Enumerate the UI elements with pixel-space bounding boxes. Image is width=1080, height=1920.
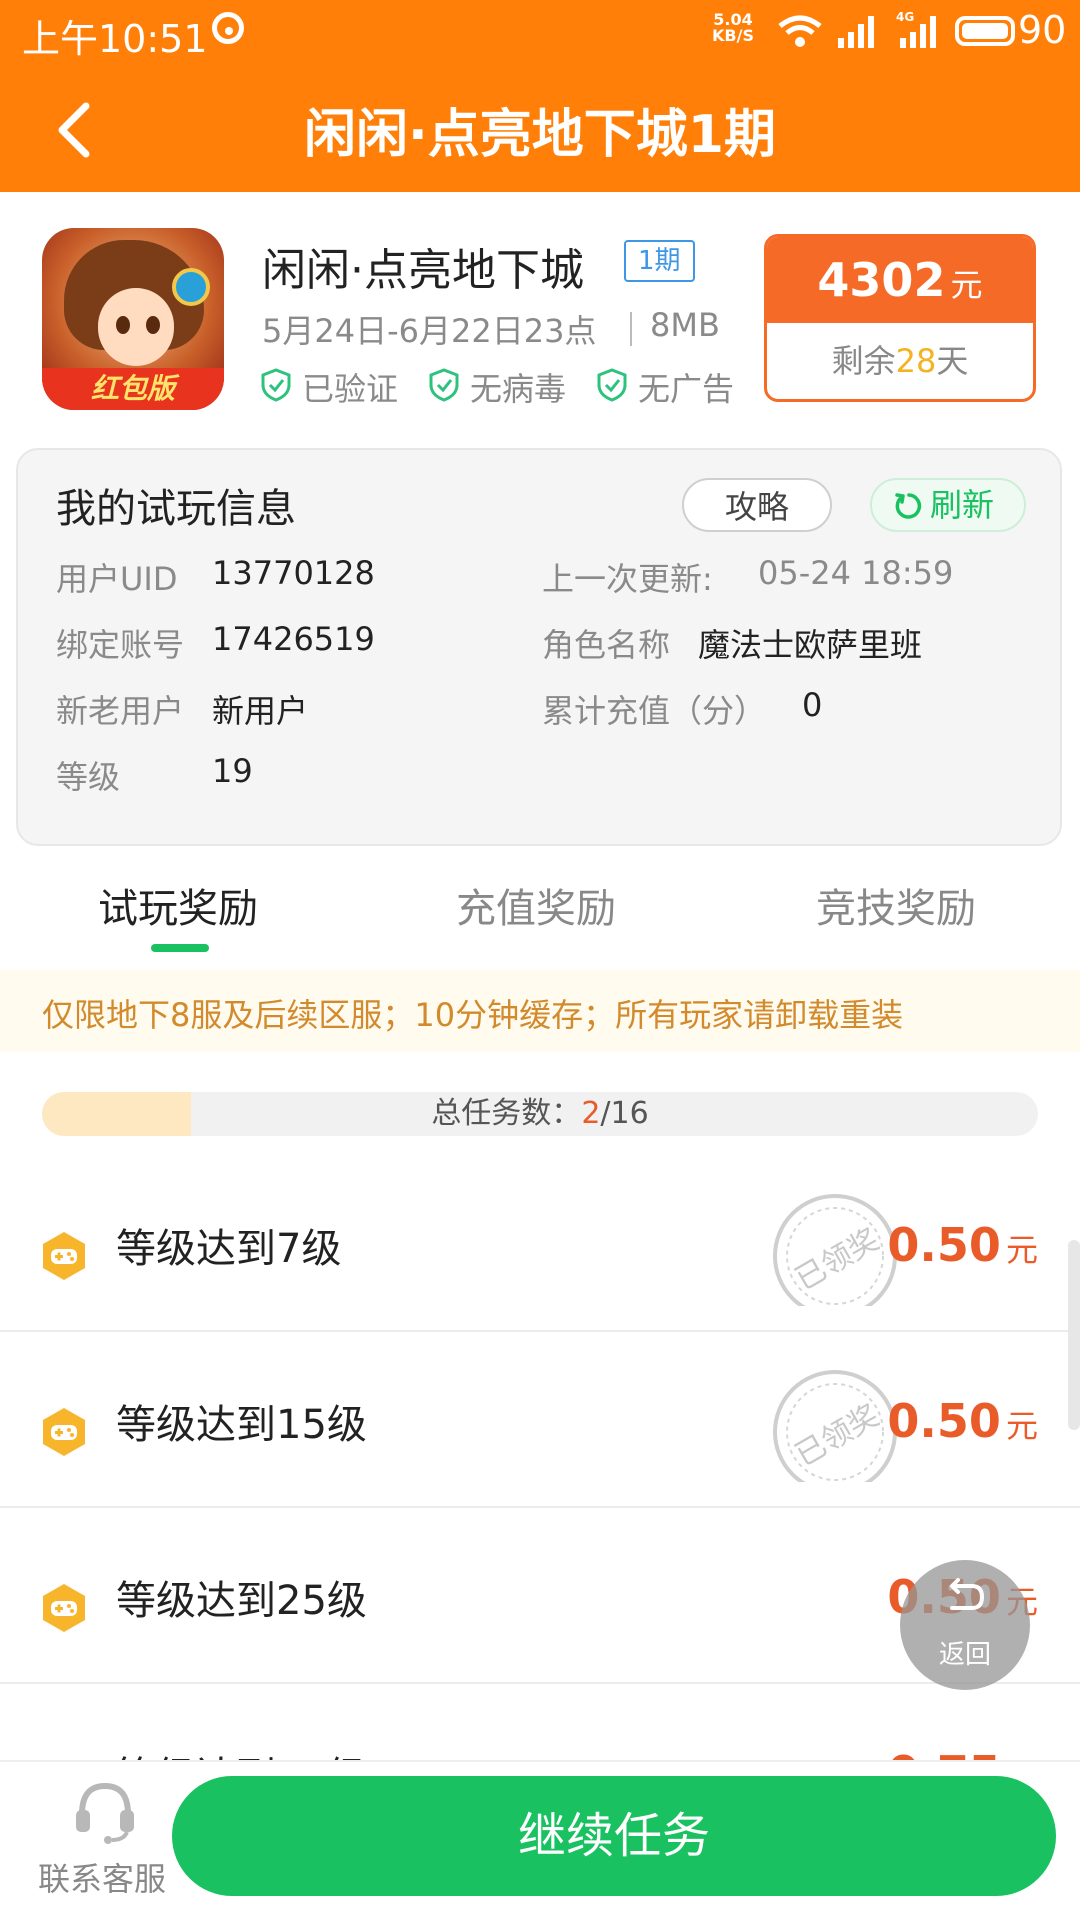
uid-value: 13770128 <box>212 554 375 592</box>
app-notification-icon <box>212 12 244 44</box>
remaining-days: 剩余28天 <box>831 342 969 380</box>
game-name: 闲闲·点亮地下城 <box>262 245 584 296</box>
reward-unit: 元 <box>950 266 983 304</box>
stamp-text: 已领奖 <box>790 1222 885 1297</box>
divider <box>630 312 632 346</box>
claimed-stamp: 已领奖 <box>773 1194 897 1306</box>
reward-total: 4302 元 <box>767 237 1033 323</box>
task-progress-text: 总任务数：2/16 <box>431 1096 649 1131</box>
recharge-label: 累计充值（分） <box>542 692 767 730</box>
status-bar: 上午10:51 5.04 KB/S 4G 90 <box>0 0 1080 64</box>
role-name-value: 魔法士欧萨里班 <box>698 626 923 664</box>
claimed-stamp: 已领奖 <box>773 1370 897 1482</box>
stamp-text: 已领奖 <box>790 1398 885 1473</box>
status-time: 上午10:51 <box>22 17 208 61</box>
net-speed: 5.04 KB/S <box>712 12 754 44</box>
game-size: 8MB <box>650 306 720 344</box>
gamepad-icon <box>43 1408 85 1456</box>
refresh-button[interactable]: 刷新 <box>870 478 1026 532</box>
task-row[interactable]: 等级达到15级 已领奖 0.50 元 <box>0 1332 1080 1508</box>
page-title: 闲闲·点亮地下城1期 <box>304 105 776 165</box>
period-badge: 1期 <box>624 240 695 282</box>
task-progress-bar: 总任务数：2/16 <box>42 1092 1038 1136</box>
trial-info-title: 我的试玩信息 <box>56 486 296 532</box>
wifi-icon <box>778 15 822 47</box>
level-value: 19 <box>212 752 253 790</box>
notice-text: 仅限地下8服及后续区服；10分钟缓存；所有玩家请卸载重装 <box>42 996 904 1034</box>
level-label: 等级 <box>56 758 121 796</box>
signal-4g-icon: 4G <box>896 10 936 48</box>
gamepad-icon <box>43 1232 85 1280</box>
tab-trial-reward[interactable]: 试玩奖励 <box>98 876 258 934</box>
game-app-icon: 红包版 <box>42 228 224 410</box>
gamepad-icon <box>43 1584 85 1632</box>
user-type-value: 新用户 <box>212 692 309 730</box>
headset-icon[interactable] <box>72 1778 138 1844</box>
reward-summary: 4302 元 剩余28天 <box>764 234 1036 402</box>
tasks-done: 2 <box>581 1096 601 1131</box>
remaining-days-count: 28 <box>895 342 937 380</box>
task-name: 等级达到7级 <box>116 1226 342 1272</box>
tasks-total: /16 <box>600 1096 649 1131</box>
guide-button[interactable]: 攻略 <box>682 478 832 532</box>
role-name-label: 角色名称 <box>542 626 671 664</box>
net-speed-unit: KB/S <box>712 26 754 45</box>
refresh-label: 刷新 <box>930 486 995 524</box>
return-arrow-icon <box>950 1578 985 1610</box>
refresh-icon <box>895 493 922 519</box>
reward-amount: 4302 <box>817 253 946 307</box>
recharge-value: 0 <box>802 686 823 724</box>
uid-label: 用户UID <box>56 560 178 598</box>
float-return-button[interactable]: 返回 <box>900 1560 1030 1690</box>
task-name: 等级达到25级 <box>116 1578 367 1624</box>
shield-check-icon <box>261 368 291 402</box>
task-name: 等级达到15级 <box>116 1402 367 1448</box>
float-return-label: 返回 <box>938 1640 991 1670</box>
support-label[interactable]: 联系客服 <box>38 1854 166 1900</box>
task-row[interactable]: 等级达到7级 已领奖 0.50 元 <box>0 1156 1080 1332</box>
game-dates: 5月24日-6月22日23点 <box>262 312 597 350</box>
network-type: 4G <box>896 10 914 24</box>
last-update-label: 上一次更新: <box>542 560 713 598</box>
scrollbar[interactable] <box>1068 1240 1080 1430</box>
header-bar: 上午10:51 5.04 KB/S 4G 90 闲闲·点亮地下城1期 <box>0 0 1080 192</box>
notice-banner: 仅限地下8服及后续区服；10分钟缓存；所有玩家请卸载重装 <box>0 970 1080 1052</box>
shield-check-icon <box>597 368 627 402</box>
signal-icon <box>838 16 874 48</box>
icon-banner: 红包版 <box>42 368 224 410</box>
last-update-value: 05-24 18:59 <box>758 554 954 592</box>
continue-task-button[interactable]: 继续任务 <box>172 1776 1056 1896</box>
tab-active-indicator <box>151 944 209 952</box>
bind-account-label: 绑定账号 <box>56 626 185 664</box>
bind-account-value: 17426519 <box>212 620 375 658</box>
tab-recharge-reward[interactable]: 充值奖励 <box>456 876 616 934</box>
tab-competition-reward[interactable]: 竞技奖励 <box>816 876 976 934</box>
task-reward: 0.50 元 <box>887 1218 1038 1272</box>
battery-level: 90 <box>1018 8 1067 52</box>
task-reward: 0.50 元 <box>887 1394 1038 1448</box>
battery-icon <box>955 16 1015 46</box>
shield-check-icon <box>429 368 459 402</box>
user-type-label: 新老用户 <box>56 692 185 730</box>
